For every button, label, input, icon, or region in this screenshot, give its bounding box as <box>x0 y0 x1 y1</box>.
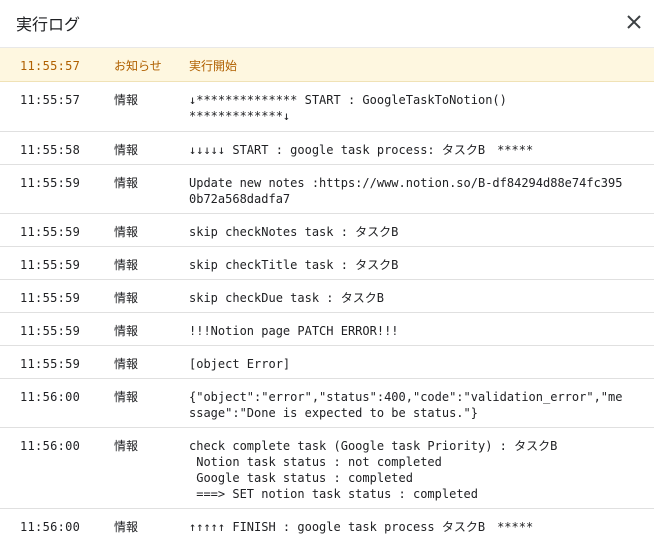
log-message: ↓************** START : GoogleTaskToNoti… <box>189 93 507 123</box>
log-row: 11:55:59 情報 [object Error] <box>0 346 654 379</box>
log-type: 情報 <box>114 324 139 338</box>
log-message: skip checkTitle task : タスクB <box>189 258 399 272</box>
log-row: 11:55:57 お知らせ 実行開始 <box>0 48 654 82</box>
log-row: 11:55:59 情報 skip checkTitle task : タスクB <box>0 247 654 280</box>
log-row: 11:55:59 情報 skip checkNotes task : タスクB <box>0 214 654 247</box>
log-time: 11:55:59 <box>20 291 81 305</box>
log-time: 11:55:57 <box>20 59 81 73</box>
log-message: {"object":"error","status":400,"code":"v… <box>189 390 623 420</box>
log-message: skip checkNotes task : タスクB <box>189 225 399 239</box>
log-type: 情報 <box>114 390 139 404</box>
log-row: 11:55:59 情報 Update new notes :https://ww… <box>0 165 654 214</box>
log-message: [object Error] <box>189 357 291 371</box>
log-time: 11:56:00 <box>20 439 81 453</box>
log-type: 情報 <box>114 520 139 534</box>
log-time: 11:55:59 <box>20 176 81 190</box>
log-list[interactable]: 11:55:57 お知らせ 実行開始 11:55:57 情報 ↓********… <box>0 48 654 539</box>
close-icon <box>627 15 641 29</box>
log-row: 11:56:00 情報 check complete task (Google … <box>0 428 654 509</box>
log-time: 11:55:57 <box>20 93 81 107</box>
log-row: 11:55:58 情報 ↓↓↓↓↓ START : google task pr… <box>0 132 654 165</box>
log-message: !!!Notion page PATCH ERROR!!! <box>189 324 399 338</box>
log-row: 11:56:00 情報 {"object":"error","status":4… <box>0 379 654 428</box>
log-time: 11:55:59 <box>20 225 81 239</box>
log-row: 11:55:59 情報 skip checkDue task : タスクB <box>0 280 654 313</box>
log-type: お知らせ <box>114 59 162 73</box>
close-button[interactable] <box>624 12 644 32</box>
log-time: 11:55:59 <box>20 357 81 371</box>
log-time: 11:56:00 <box>20 390 81 404</box>
log-time: 11:56:00 <box>20 520 81 534</box>
log-type: 情報 <box>114 176 139 190</box>
log-message: ↑↑↑↑↑ FINISH : google task process タスクB … <box>189 520 534 534</box>
log-message: check complete task (Google task Priorit… <box>189 439 558 501</box>
log-message: 実行開始 <box>189 59 238 73</box>
log-type: 情報 <box>114 357 139 371</box>
log-row: 11:55:59 情報 !!!Notion page PATCH ERROR!!… <box>0 313 654 346</box>
log-type: 情報 <box>114 225 139 239</box>
log-row: 11:56:00 情報 ↑↑↑↑↑ FINISH : google task p… <box>0 509 654 539</box>
log-type: 情報 <box>114 291 139 305</box>
dialog-header: 実行ログ <box>0 0 654 48</box>
log-time: 11:55:59 <box>20 324 81 338</box>
dialog-title: 実行ログ <box>16 15 81 34</box>
log-message: Update new notes :https://www.notion.so/… <box>189 176 623 206</box>
log-message: skip checkDue task : タスクB <box>189 291 384 305</box>
log-type: 情報 <box>114 439 139 453</box>
log-type: 情報 <box>114 93 139 107</box>
log-type: 情報 <box>114 258 139 272</box>
log-time: 11:55:58 <box>20 143 81 157</box>
log-row: 11:55:57 情報 ↓************** START : Goog… <box>0 82 654 132</box>
log-type: 情報 <box>114 143 139 157</box>
log-message: ↓↓↓↓↓ START : google task process: タスクB … <box>189 143 534 157</box>
log-time: 11:55:59 <box>20 258 81 272</box>
execution-log-dialog: 実行ログ 11:55:57 お知らせ 実行開始 11:55:57 情報 ↓***… <box>0 0 654 539</box>
